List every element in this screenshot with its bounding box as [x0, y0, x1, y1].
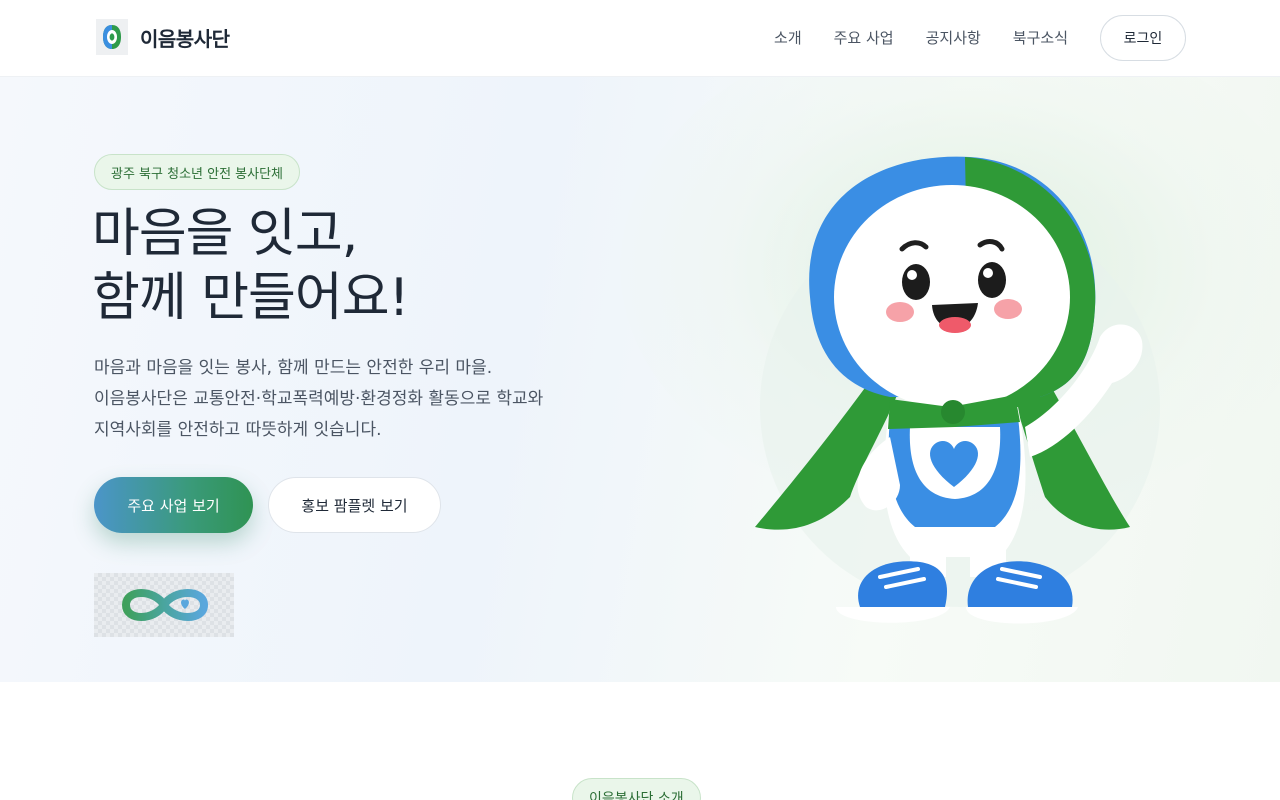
hero-title: 마음을 잇고, 함께 만들어요! — [92, 202, 409, 330]
nav-link-notices[interactable]: 공지사항 — [926, 16, 981, 60]
nav-link-bukgu-news[interactable]: 북구소식 — [1013, 16, 1068, 60]
hero-title-line-1: 마음을 잇고, — [92, 204, 358, 264]
hero-desc-line-3: 지역사회를 안전하고 따뜻하게 잇습니다. — [94, 420, 382, 440]
hero-badge: 광주 북구 청소년 안전 봉사단체 — [94, 154, 301, 190]
site-header: 이음봉사단 소개 주요 사업 공지사항 북구소식 로그인 — [0, 0, 1280, 77]
brand[interactable]: 이음봉사단 — [96, 19, 230, 55]
hero-desc-line-1: 마음과 마음을 잇는 봉사, 함께 만드는 안전한 우리 마을. — [94, 358, 493, 378]
nav-link-about[interactable]: 소개 — [774, 16, 802, 60]
view-pamphlet-button[interactable]: 홍보 팜플렛 보기 — [268, 477, 441, 533]
main-nav: 소개 주요 사업 공지사항 북구소식 로그인 — [774, 15, 1186, 61]
hero-section: 광주 북구 청소년 안전 봉사단체 마음을 잇고, 함께 만들어요! 마음과 마… — [0, 77, 1280, 682]
login-button[interactable]: 로그인 — [1100, 15, 1186, 61]
brand-name: 이음봉사단 — [140, 26, 230, 51]
hero-desc-line-2: 이음봉사단은 교통안전·학교폭력예방·환경정화 활동으로 학교와 — [94, 389, 544, 409]
mascot-illustration-icon — [740, 137, 1160, 637]
infinity-heart-logo-icon — [94, 573, 234, 637]
hero-description: 마음과 마음을 잇는 봉사, 함께 만드는 안전한 우리 마을. 이음봉사단은 … — [94, 353, 634, 446]
hero-title-line-2: 함께 만들어요! — [92, 268, 409, 328]
about-section-badge: 이음봉사단 소개 — [572, 778, 701, 800]
brand-logo-icon — [96, 19, 128, 55]
view-projects-button[interactable]: 주요 사업 보기 — [94, 477, 253, 533]
nav-link-projects[interactable]: 주요 사업 — [834, 16, 894, 60]
